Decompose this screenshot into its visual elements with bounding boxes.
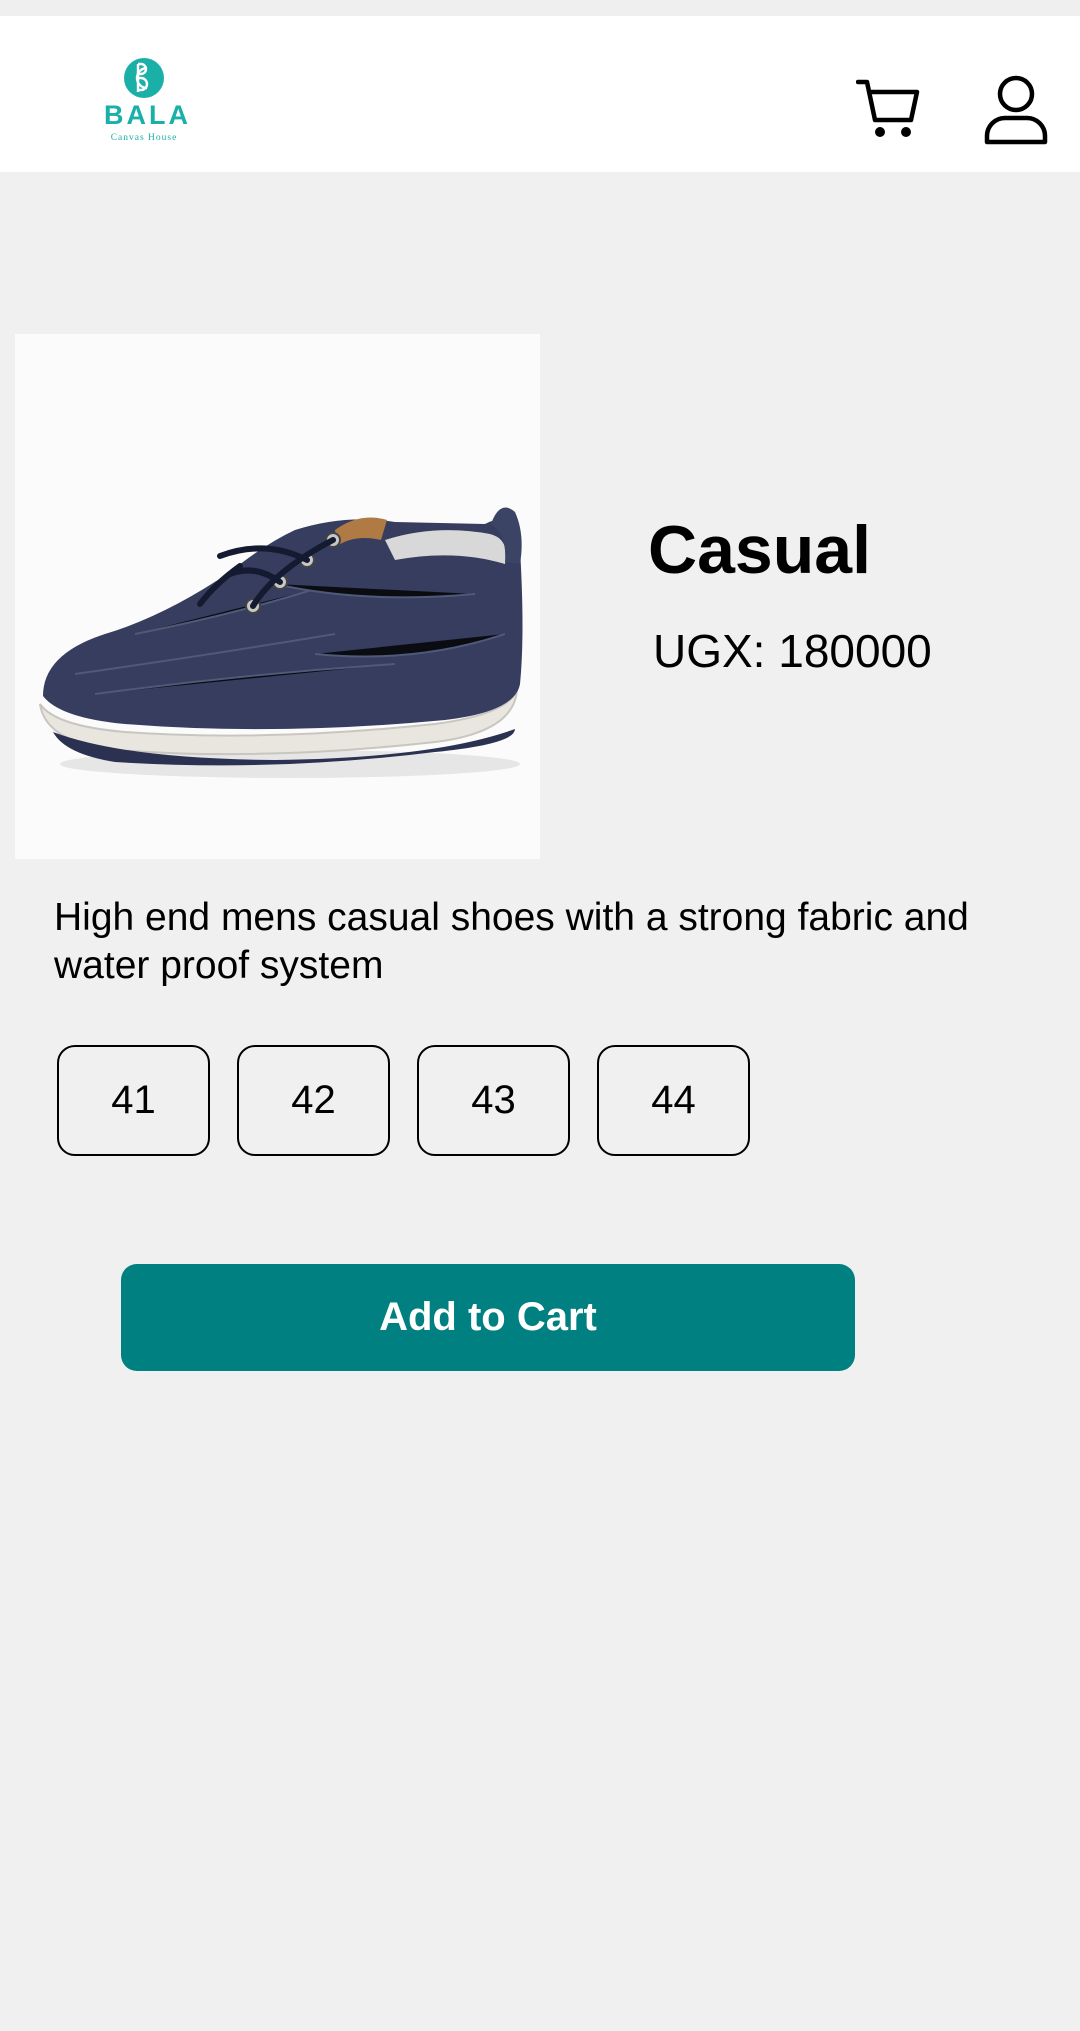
shopping-cart-icon: [855, 79, 920, 137]
user-profile-icon: [984, 75, 1048, 145]
logo-wordmark: BALA: [104, 100, 191, 130]
add-to-cart-button[interactable]: Add to Cart: [121, 1264, 855, 1371]
profile-button[interactable]: [984, 74, 1048, 146]
size-option-42[interactable]: 42: [237, 1045, 390, 1156]
product-image: [15, 334, 540, 859]
product-price: UGX: 180000: [653, 625, 932, 677]
product-description: High end mens casual shoes with a strong…: [54, 896, 969, 987]
logo-monogram-icon: [124, 58, 164, 98]
size-option-41[interactable]: 41: [57, 1045, 210, 1156]
shoe-image: [39, 507, 523, 778]
size-option-43[interactable]: 43: [417, 1045, 570, 1156]
status-bar-area: [0, 0, 1080, 16]
logo-subtitle: Canvas House: [110, 133, 178, 143]
app-header: BALA Canvas House: [0, 16, 1080, 172]
cart-button[interactable]: [855, 76, 922, 142]
brand-logo[interactable]: BALA Canvas House: [104, 54, 191, 154]
size-option-44[interactable]: 44: [597, 1045, 750, 1156]
size-selector: 41 42 43 44: [57, 1045, 750, 1158]
product-name: Casual: [648, 512, 871, 588]
